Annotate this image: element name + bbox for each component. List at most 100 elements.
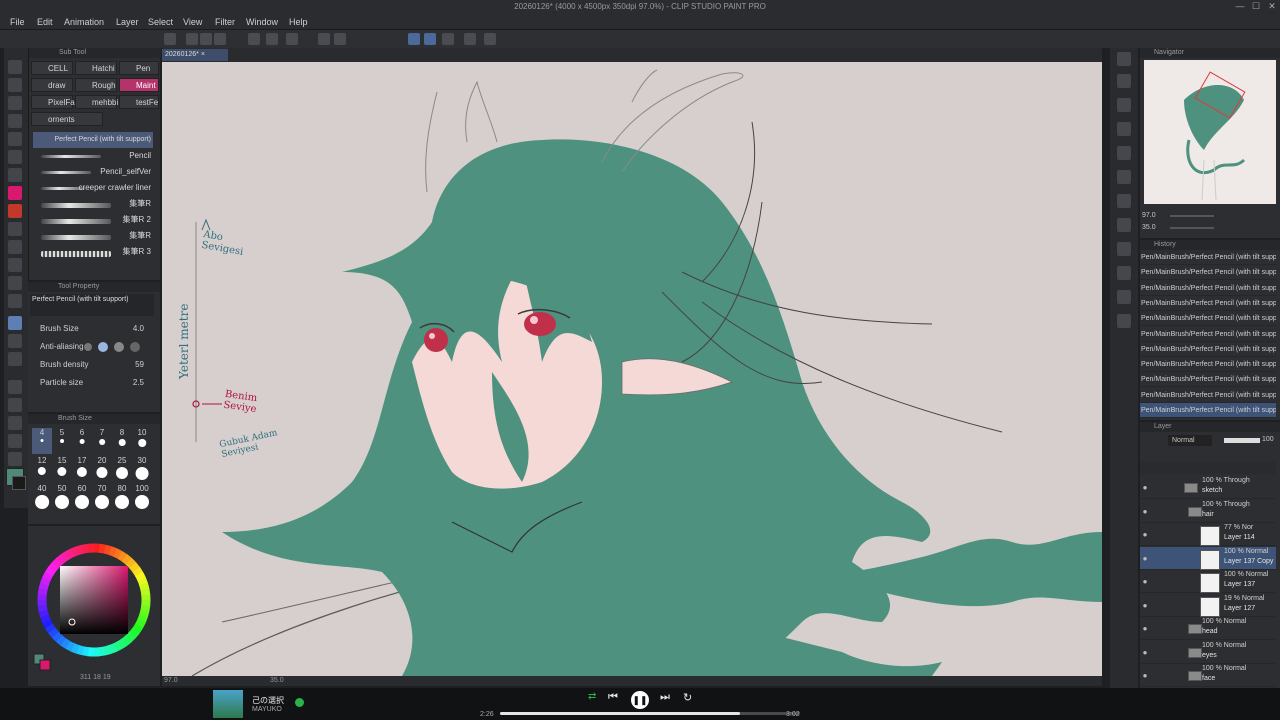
- move-tool-icon[interactable]: [8, 96, 22, 110]
- brush-size-preset[interactable]: 4: [32, 428, 52, 454]
- layer-folder[interactable]: ● 100 % Normal head: [1140, 617, 1276, 640]
- pause-button[interactable]: ❚❚: [631, 691, 649, 709]
- subtool-group-mehbbi[interactable]: mehbbi: [75, 95, 118, 109]
- history-entry[interactable]: Pen/MainBrush/Perfect Pencil (with tilt …: [1140, 403, 1276, 418]
- history-entry[interactable]: Pen/MainBrush/Perfect Pencil (with tilt …: [1140, 327, 1276, 342]
- canvas-tab[interactable]: 20260126* ×: [162, 49, 228, 61]
- brush-tool-icon[interactable]: [8, 222, 22, 236]
- anti-aliasing-option[interactable]: [130, 342, 140, 352]
- panel-icon[interactable]: [1117, 266, 1131, 280]
- home-icon[interactable]: [164, 33, 176, 45]
- brush-item[interactable]: creeper crawler liner: [33, 180, 153, 196]
- help-icon[interactable]: [484, 33, 496, 45]
- brush-size-preset[interactable]: 30: [132, 456, 152, 482]
- panel-icon[interactable]: [1117, 290, 1131, 304]
- visibility-eye-icon[interactable]: ●: [1140, 530, 1150, 540]
- subtool-group-cell[interactable]: CELL: [31, 61, 73, 75]
- open-icon[interactable]: [200, 33, 212, 45]
- next-icon[interactable]: ⏭: [660, 691, 670, 704]
- navigator-angle[interactable]: 35.0: [1142, 224, 1156, 231]
- panel-icon[interactable]: [1117, 218, 1131, 232]
- opacity-value[interactable]: 100: [1262, 436, 1274, 443]
- snap-special-ruler-icon[interactable]: [424, 33, 436, 45]
- eraser-tool-icon[interactable]: [8, 276, 22, 290]
- history-entry[interactable]: Pen/MainBrush/Perfect Pencil (with tilt …: [1140, 311, 1276, 327]
- brush-size-preset[interactable]: 70: [92, 484, 112, 510]
- eyedropper-tool-icon[interactable]: [8, 168, 22, 182]
- pencil-tool-icon[interactable]: [8, 204, 22, 218]
- minimize-icon[interactable]: —: [1232, 0, 1248, 14]
- subtool-group-main[interactable]: Maint: [119, 78, 159, 92]
- brush-size-preset[interactable]: 10: [132, 428, 152, 454]
- menu-animation[interactable]: Animation: [64, 17, 104, 27]
- visibility-eye-icon[interactable]: ●: [1140, 624, 1150, 634]
- brush-size-preset[interactable]: 80: [112, 484, 132, 510]
- maximize-icon[interactable]: ☐: [1248, 0, 1264, 14]
- history-entry[interactable]: Pen/MainBrush/Perfect Pencil (with tilt …: [1140, 250, 1276, 265]
- menu-file[interactable]: File: [10, 17, 25, 27]
- brush-size-preset[interactable]: 8: [112, 428, 132, 454]
- panel-icon[interactable]: [1117, 122, 1131, 136]
- visibility-eye-icon[interactable]: ●: [1140, 507, 1150, 517]
- menu-help[interactable]: Help: [289, 17, 308, 27]
- repeat-icon[interactable]: ↻: [683, 691, 692, 704]
- layer-row[interactable]: ● 100 % Normal Layer 137: [1140, 570, 1276, 593]
- menu-window[interactable]: Window: [246, 17, 278, 27]
- panel-icon[interactable]: [1117, 74, 1131, 88]
- visibility-eye-icon[interactable]: ●: [1140, 648, 1150, 658]
- history-entry[interactable]: Pen/MainBrush/Perfect Pencil (with tilt …: [1140, 265, 1276, 281]
- menu-filter[interactable]: Filter: [215, 17, 235, 27]
- snap-ruler-icon[interactable]: [408, 33, 420, 45]
- blend-mode-select[interactable]: Normal: [1168, 435, 1212, 446]
- lasso-tool-icon[interactable]: [8, 132, 22, 146]
- history-entry[interactable]: Pen/MainBrush/Perfect Pencil (with tilt …: [1140, 388, 1276, 403]
- correct-line-tool-icon[interactable]: [8, 452, 22, 466]
- brush-size-value[interactable]: 4.0: [133, 322, 144, 336]
- brush-size-preset[interactable]: 40: [32, 484, 52, 510]
- menu-select[interactable]: Select: [148, 17, 173, 27]
- anti-aliasing-row[interactable]: Anti-aliasing: [40, 340, 158, 354]
- text-tool-icon[interactable]: [8, 416, 22, 430]
- pen-tool-icon[interactable]: [8, 186, 22, 200]
- transform-icon[interactable]: [334, 33, 346, 45]
- visibility-eye-icon[interactable]: ●: [1140, 554, 1150, 564]
- brush-size-row[interactable]: Brush Size 4.0: [40, 322, 158, 336]
- brush-item[interactable]: Perfect Pencil (with tilt support): [33, 132, 153, 148]
- panel-icon[interactable]: [1117, 194, 1131, 208]
- brush-size-preset[interactable]: 6: [72, 428, 92, 454]
- menu-layer[interactable]: Layer: [116, 17, 139, 27]
- layer-folder[interactable]: ● 100 % Through hair: [1140, 500, 1276, 523]
- redo-icon[interactable]: [266, 33, 278, 45]
- decoration-tool-icon[interactable]: [8, 258, 22, 272]
- brush-size-preset[interactable]: 15: [52, 456, 72, 482]
- subtool-group-hatching[interactable]: Hatchi: [75, 61, 117, 75]
- brush-size-preset[interactable]: 12: [32, 456, 52, 482]
- save-icon[interactable]: [214, 33, 226, 45]
- subtool-group-test[interactable]: testFe: [119, 95, 159, 109]
- close-icon[interactable]: ✕: [1264, 0, 1280, 14]
- anti-aliasing-option[interactable]: [98, 342, 108, 352]
- shuffle-icon[interactable]: ⇄: [588, 691, 596, 702]
- brush-item[interactable]: 集筆R 3: [33, 244, 153, 260]
- navigator-zoom-slider[interactable]: [1170, 215, 1214, 217]
- brush-item[interactable]: 集筆R 2: [33, 212, 153, 228]
- history-entry[interactable]: Pen/MainBrush/Perfect Pencil (with tilt …: [1140, 296, 1276, 311]
- canvas-angle-readout[interactable]: 35.0: [270, 677, 284, 684]
- layer-folder[interactable]: ● 100 % Normal face: [1140, 664, 1276, 687]
- particle-size-value[interactable]: 2.5: [133, 376, 144, 390]
- panel-icon[interactable]: [1117, 170, 1131, 184]
- anti-aliasing-option[interactable]: [84, 343, 92, 351]
- subtool-group-rough[interactable]: Rough: [75, 78, 117, 92]
- subtool-group-ornaments[interactable]: ornents: [31, 112, 103, 126]
- brush-size-preset[interactable]: 60: [72, 484, 92, 510]
- close-tab-icon[interactable]: ×: [201, 51, 205, 58]
- ruler-tool-icon[interactable]: [8, 398, 22, 412]
- zoom-tool-icon[interactable]: [8, 60, 22, 74]
- brush-size-preset[interactable]: 100: [132, 484, 152, 510]
- history-entry[interactable]: Pen/MainBrush/Perfect Pencil (with tilt …: [1140, 372, 1276, 388]
- brush-size-preset[interactable]: 20: [92, 456, 112, 482]
- layer-folder[interactable]: ● 100 % Normal eyes: [1140, 641, 1276, 664]
- visibility-eye-icon[interactable]: ●: [1140, 577, 1150, 587]
- anti-aliasing-option[interactable]: [114, 342, 124, 352]
- gradient-tool-icon[interactable]: [8, 334, 22, 348]
